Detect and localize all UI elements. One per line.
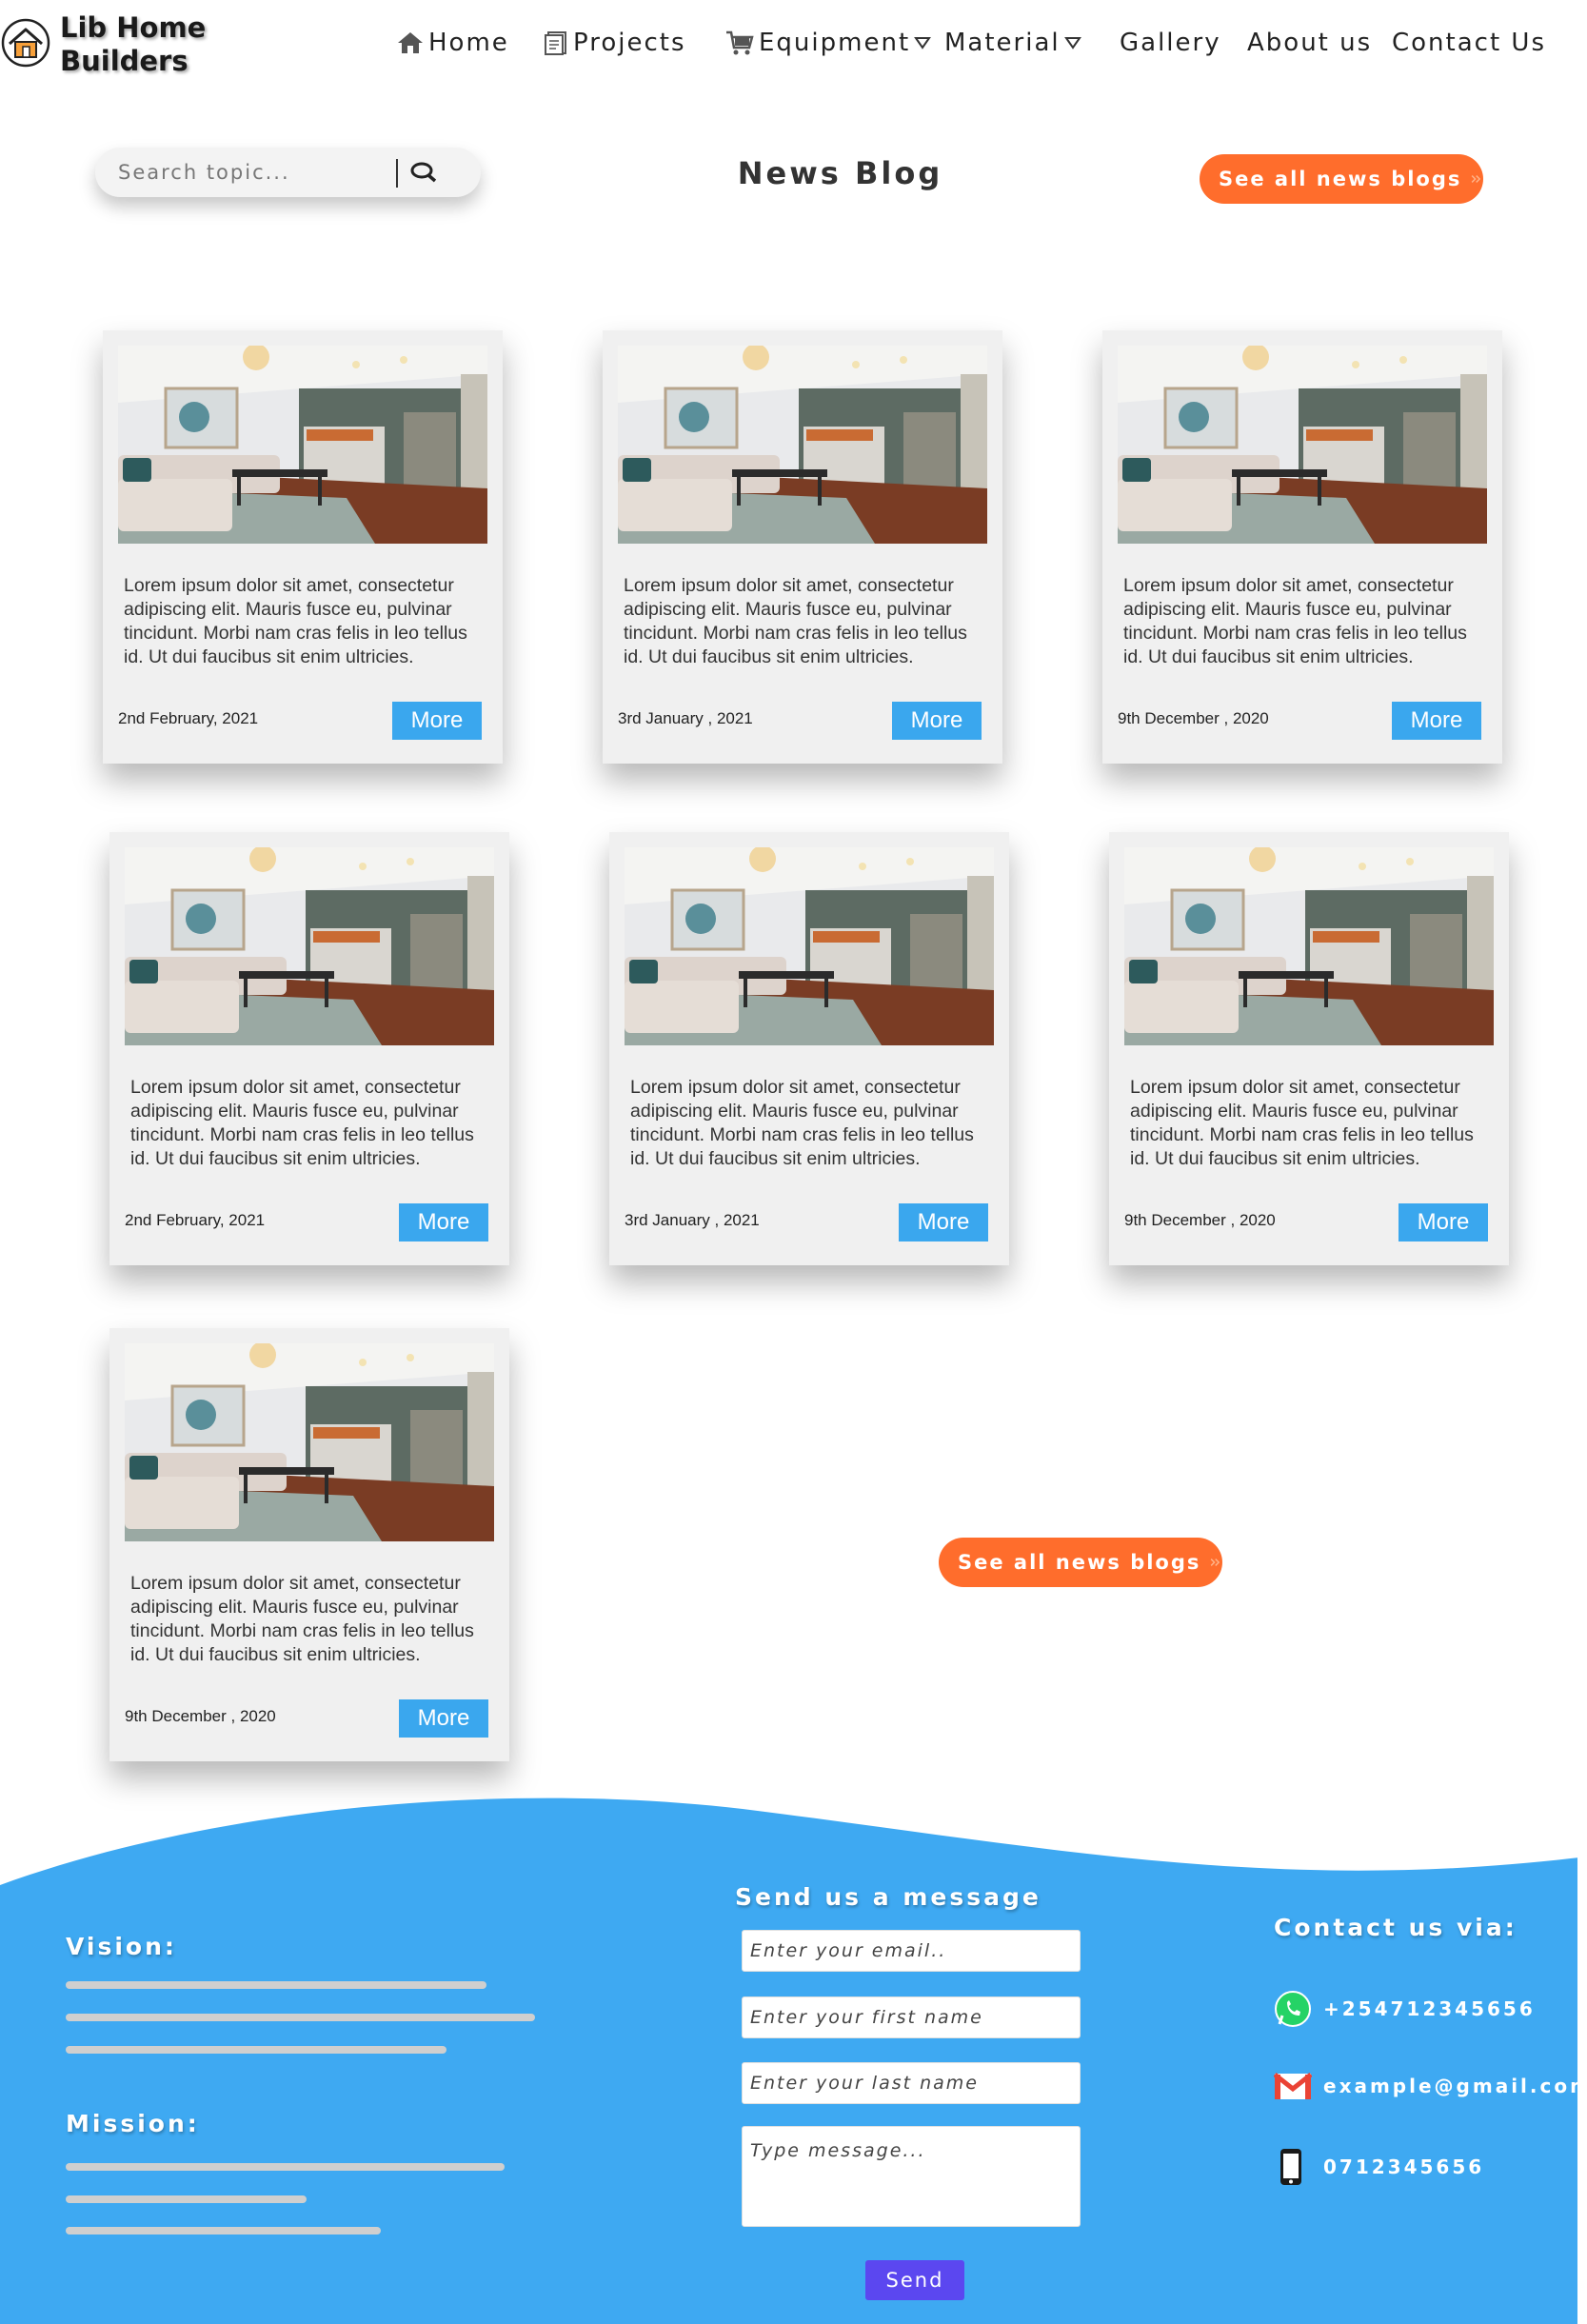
more-button[interactable]: More (392, 702, 482, 740)
mission-text-placeholder (66, 2163, 505, 2171)
nav-contact-label: Contact Us (1392, 29, 1546, 57)
living-room-photo (125, 1343, 494, 1541)
nav-home-label: Home (428, 29, 509, 57)
blog-card: Lorem ipsum dolor sit amet, consectetur … (1109, 832, 1509, 1265)
projects-icon (545, 31, 566, 55)
contact-email[interactable]: example@gmail.com (1274, 2071, 1587, 2101)
vision-text-placeholder (66, 1981, 486, 1989)
nav-projects-label: Projects (573, 29, 686, 57)
blog-card-date: 2nd February, 2021 (118, 709, 259, 727)
blog-card-excerpt: Lorem ipsum dolor sit amet, consectetur … (630, 1077, 974, 1169)
blog-card-date: 9th December , 2020 (125, 1707, 276, 1725)
chevron-down-icon (914, 37, 932, 50)
nav-about[interactable]: About us (1247, 29, 1372, 57)
blog-card-image[interactable] (125, 847, 494, 1045)
more-button[interactable]: More (1399, 1203, 1488, 1241)
vision-text-placeholder (66, 2046, 446, 2054)
blog-card-date: 9th December , 2020 (1118, 709, 1269, 727)
double-chevron-right-icon (1472, 175, 1481, 183)
brand-name-line1: Lib Home (60, 11, 207, 44)
first-name-field[interactable] (742, 1996, 1081, 2038)
blog-card-image[interactable] (125, 1343, 494, 1541)
blog-card: Lorem ipsum dolor sit amet, consectetur … (609, 832, 1009, 1265)
blog-card: Lorem ipsum dolor sit amet, consectetur … (109, 832, 509, 1265)
vision-heading: Vision: (66, 1933, 177, 1960)
more-button[interactable]: More (1392, 702, 1481, 740)
send-button[interactable]: Send (865, 2260, 964, 2300)
nav-material-label: Material (944, 29, 1061, 57)
message-field[interactable] (742, 2126, 1081, 2227)
blog-card-date: 9th December , 2020 (1124, 1211, 1276, 1229)
see-all-news-button-bottom[interactable]: See all news blogs (939, 1538, 1222, 1587)
double-chevron-right-icon (1211, 1559, 1220, 1566)
phone-icon (1280, 2149, 1301, 2185)
nav-gallery[interactable]: Gallery (1120, 29, 1221, 57)
blog-card-image[interactable] (618, 346, 987, 544)
gmail-icon (1274, 2073, 1312, 2099)
blog-card-excerpt: Lorem ipsum dolor sit amet, consectetur … (130, 1573, 474, 1665)
blog-card-excerpt: Lorem ipsum dolor sit amet, consectetur … (130, 1077, 474, 1169)
whatsapp-icon (1275, 1991, 1311, 2027)
blog-card-image[interactable] (1118, 346, 1487, 544)
blog-card-date: 3rd January , 2021 (618, 709, 753, 727)
blog-card-date: 2nd February, 2021 (125, 1211, 266, 1229)
whatsapp-number: +254712345656 (1323, 1997, 1536, 2020)
contact-phone[interactable]: 0712345656 (1278, 2147, 1484, 2187)
nav-projects[interactable]: Projects (543, 29, 686, 57)
living-room-photo (125, 847, 494, 1045)
brand-name-line2: Builders (60, 45, 188, 77)
cart-icon (726, 30, 754, 55)
nav-equipment-label: Equipment (759, 29, 911, 57)
brand-name: Lib Home Builders (60, 11, 206, 78)
contact-whatsapp[interactable]: +254712345656 (1274, 1990, 1536, 2028)
home-icon (398, 32, 423, 53)
nav-about-label: About us (1247, 29, 1373, 57)
blog-card-image[interactable] (1124, 847, 1494, 1045)
more-button[interactable]: More (899, 1203, 988, 1241)
blog-card: Lorem ipsum dolor sit amet, consectetur … (1102, 330, 1502, 764)
more-button[interactable]: More (892, 702, 982, 740)
footer-background (0, 1798, 1587, 2324)
nav-gallery-label: Gallery (1120, 29, 1221, 57)
see-all-label: See all news blogs (1219, 168, 1462, 190)
blog-card-excerpt: Lorem ipsum dolor sit amet, consectetur … (1123, 575, 1467, 667)
nav-home[interactable]: Home (396, 29, 509, 57)
living-room-photo (625, 847, 994, 1045)
chevron-down-icon (1063, 37, 1081, 50)
blog-card-excerpt: Lorem ipsum dolor sit amet, consectetur … (624, 575, 967, 667)
living-room-photo (1118, 346, 1487, 544)
email-address: example@gmail.com (1323, 2075, 1587, 2097)
mission-heading: Mission: (66, 2110, 200, 2137)
contact-title: Contact us via: (1274, 1914, 1518, 1941)
mission-text-placeholder (66, 2195, 307, 2203)
living-room-photo (618, 346, 987, 544)
message-form-title: Send us a message (735, 1883, 1041, 1911)
nav-material[interactable]: Material (944, 29, 1081, 57)
see-all-label: See all news blogs (958, 1551, 1201, 1574)
vision-text-placeholder (66, 2014, 535, 2021)
phone-number: 0712345656 (1323, 2155, 1485, 2178)
blog-card: Lorem ipsum dolor sit amet, consectetur … (603, 330, 1002, 764)
blog-card-image[interactable] (625, 847, 994, 1045)
living-room-photo (118, 346, 487, 544)
blog-card-excerpt: Lorem ipsum dolor sit amet, consectetur … (1130, 1077, 1474, 1169)
more-button[interactable]: More (399, 1203, 488, 1241)
email-field[interactable] (742, 1930, 1081, 1972)
blog-card-image[interactable] (118, 346, 487, 544)
blog-card: Lorem ipsum dolor sit amet, consectetur … (103, 330, 503, 764)
house-logo-icon (1, 18, 50, 68)
blog-card-date: 3rd January , 2021 (625, 1211, 760, 1229)
mission-text-placeholder (66, 2227, 381, 2235)
nav-equipment[interactable]: Equipment (724, 29, 932, 57)
more-button[interactable]: More (399, 1699, 488, 1738)
see-all-news-button-top[interactable]: See all news blogs (1200, 154, 1483, 204)
blog-card-excerpt: Lorem ipsum dolor sit amet, consectetur … (124, 575, 467, 667)
last-name-field[interactable] (742, 2062, 1081, 2104)
blog-card: Lorem ipsum dolor sit amet, consectetur … (109, 1328, 509, 1761)
nav-contact[interactable]: Contact Us (1392, 29, 1546, 57)
living-room-photo (1124, 847, 1494, 1045)
